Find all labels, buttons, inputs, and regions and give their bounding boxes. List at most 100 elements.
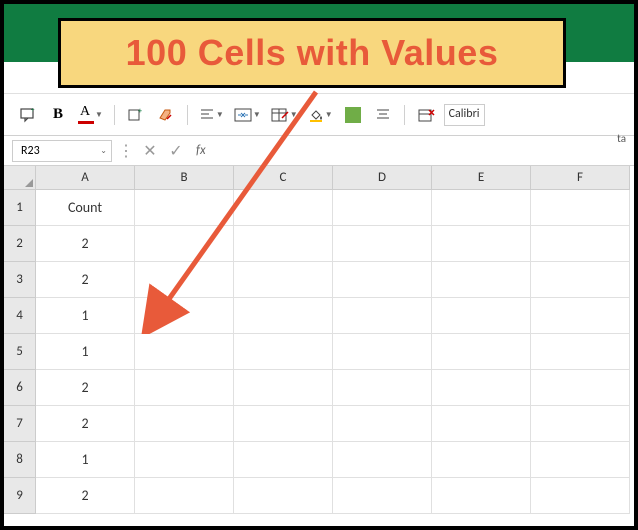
cell[interactable] bbox=[234, 478, 333, 514]
cell[interactable] bbox=[234, 442, 333, 478]
formula-input[interactable] bbox=[216, 140, 626, 162]
cell[interactable]: 2 bbox=[36, 478, 135, 514]
svg-text:+: + bbox=[138, 106, 142, 116]
grid-row: 62 bbox=[4, 370, 634, 406]
row-header[interactable]: 8 bbox=[4, 442, 36, 478]
cell[interactable] bbox=[135, 226, 234, 262]
cell[interactable] bbox=[432, 442, 531, 478]
fx-label[interactable]: fx bbox=[196, 143, 206, 158]
cell[interactable] bbox=[432, 262, 531, 298]
merge-button[interactable]: ▼ bbox=[232, 102, 263, 128]
commit-icon[interactable]: ✓ bbox=[166, 141, 186, 161]
cell[interactable] bbox=[234, 370, 333, 406]
cell[interactable] bbox=[531, 226, 630, 262]
chevron-down-icon[interactable]: ⌄ bbox=[100, 146, 107, 156]
select-all-corner[interactable] bbox=[4, 166, 36, 190]
comment-icon[interactable]: + bbox=[16, 102, 40, 128]
row-header[interactable]: 4 bbox=[4, 298, 36, 334]
cell[interactable] bbox=[531, 190, 630, 226]
cell[interactable] bbox=[234, 298, 333, 334]
row-header[interactable]: 7 bbox=[4, 406, 36, 442]
cell[interactable] bbox=[234, 226, 333, 262]
formula-bar-row: R23 ⌄ ⋮ ✕ ✓ fx bbox=[4, 136, 634, 166]
cell[interactable] bbox=[432, 298, 531, 334]
cancel-icon[interactable]: ✕ bbox=[140, 141, 160, 161]
cell[interactable] bbox=[333, 370, 432, 406]
cell[interactable]: 1 bbox=[36, 334, 135, 370]
cell[interactable] bbox=[135, 334, 234, 370]
row-header[interactable]: 3 bbox=[4, 262, 36, 298]
delete-button[interactable] bbox=[414, 102, 438, 128]
insert-cells-icon[interactable]: + bbox=[124, 102, 148, 128]
center-align-icon[interactable] bbox=[371, 102, 395, 128]
cell[interactable] bbox=[531, 370, 630, 406]
row-header[interactable]: 9 bbox=[4, 478, 36, 514]
cell[interactable] bbox=[234, 190, 333, 226]
cell[interactable] bbox=[432, 190, 531, 226]
toolbar: + B A ▼ + ▼ ▼ ▼ ▼ bbox=[4, 94, 634, 136]
cell[interactable] bbox=[432, 226, 531, 262]
cell[interactable] bbox=[135, 442, 234, 478]
cell[interactable] bbox=[333, 478, 432, 514]
cell[interactable] bbox=[135, 406, 234, 442]
spreadsheet-grid[interactable]: A B C D E F 1Count2232415162728192 bbox=[4, 166, 634, 514]
cell[interactable]: 2 bbox=[36, 370, 135, 406]
font-name-select[interactable]: Calibri bbox=[444, 104, 485, 126]
cell[interactable] bbox=[135, 298, 234, 334]
cell[interactable] bbox=[135, 478, 234, 514]
font-color-button[interactable]: A ▼ bbox=[76, 102, 105, 128]
annotation-text: 100 Cells with Values bbox=[126, 32, 499, 74]
cell[interactable] bbox=[531, 442, 630, 478]
col-header[interactable]: E bbox=[432, 166, 531, 190]
cell[interactable] bbox=[333, 190, 432, 226]
row-header[interactable]: 1 bbox=[4, 190, 36, 226]
grid-row: 51 bbox=[4, 334, 634, 370]
grid-row: 32 bbox=[4, 262, 634, 298]
cell[interactable] bbox=[333, 262, 432, 298]
cell[interactable] bbox=[531, 478, 630, 514]
row-header[interactable]: 6 bbox=[4, 370, 36, 406]
cell[interactable] bbox=[135, 262, 234, 298]
row-header[interactable]: 5 bbox=[4, 334, 36, 370]
col-header[interactable]: F bbox=[531, 166, 630, 190]
cell[interactable] bbox=[333, 334, 432, 370]
fill-color-button[interactable]: ▼ bbox=[306, 102, 335, 128]
cell[interactable] bbox=[234, 334, 333, 370]
cell[interactable]: Count bbox=[36, 190, 135, 226]
cell[interactable] bbox=[531, 262, 630, 298]
theme-color-icon[interactable] bbox=[341, 102, 365, 128]
cell[interactable]: 1 bbox=[36, 298, 135, 334]
name-box[interactable]: R23 ⌄ bbox=[12, 140, 112, 162]
col-header[interactable]: B bbox=[135, 166, 234, 190]
grid-row: 72 bbox=[4, 406, 634, 442]
grid-row: 1Count bbox=[4, 190, 634, 226]
cell[interactable] bbox=[333, 298, 432, 334]
cell[interactable]: 2 bbox=[36, 226, 135, 262]
cell[interactable] bbox=[531, 406, 630, 442]
cell[interactable] bbox=[234, 406, 333, 442]
align-button[interactable]: ▼ bbox=[197, 102, 226, 128]
bold-button[interactable]: B bbox=[46, 102, 70, 128]
cell[interactable]: 2 bbox=[36, 406, 135, 442]
cell[interactable] bbox=[432, 370, 531, 406]
col-header[interactable]: D bbox=[333, 166, 432, 190]
cell[interactable] bbox=[135, 190, 234, 226]
clear-format-icon[interactable] bbox=[154, 102, 178, 128]
name-box-value: R23 bbox=[21, 144, 40, 158]
cell[interactable] bbox=[135, 370, 234, 406]
col-header[interactable]: C bbox=[234, 166, 333, 190]
col-header[interactable]: A bbox=[36, 166, 135, 190]
cell[interactable] bbox=[432, 334, 531, 370]
cell[interactable] bbox=[333, 442, 432, 478]
cell[interactable] bbox=[333, 226, 432, 262]
cell[interactable]: 2 bbox=[36, 262, 135, 298]
cell[interactable] bbox=[234, 262, 333, 298]
cell[interactable] bbox=[531, 334, 630, 370]
row-header[interactable]: 2 bbox=[4, 226, 36, 262]
cell[interactable] bbox=[531, 298, 630, 334]
cell[interactable] bbox=[432, 478, 531, 514]
conditional-format-button[interactable]: ▼ bbox=[269, 102, 300, 128]
cell[interactable]: 1 bbox=[36, 442, 135, 478]
cell[interactable] bbox=[333, 406, 432, 442]
cell[interactable] bbox=[432, 406, 531, 442]
